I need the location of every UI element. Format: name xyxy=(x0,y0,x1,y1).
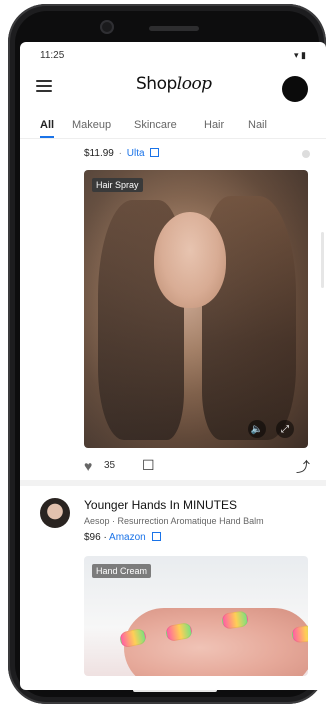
hand-image xyxy=(124,608,308,676)
tab-hair[interactable]: Hair xyxy=(204,119,224,131)
heart-icon[interactable]: ♥ xyxy=(84,458,92,474)
speaker-slot xyxy=(149,26,199,31)
phone-frame: 11:25 ▾ ▮ Shoploop All Makeup Skincare H… xyxy=(8,4,326,704)
tab-all[interactable]: All xyxy=(40,119,54,131)
store-link-2[interactable]: Amazon xyxy=(109,532,146,543)
tab-makeup[interactable]: Makeup xyxy=(72,119,111,131)
bookmark-icon[interactable]: ☐ xyxy=(142,457,155,474)
price: $11.99 xyxy=(84,148,114,159)
external-link-icon[interactable] xyxy=(151,532,161,541)
video-thumbnail-2[interactable]: Hand Cream xyxy=(84,556,308,676)
external-link-icon[interactable] xyxy=(150,148,160,157)
tab-nail[interactable]: Nail xyxy=(248,119,267,131)
status-time: 11:25 xyxy=(40,50,65,61)
share-icon[interactable]: ⤴ xyxy=(296,457,310,477)
card-title: Younger Hands In MINUTES xyxy=(84,498,237,512)
signal-icon: ▾ ▮ xyxy=(294,50,306,60)
more-indicator xyxy=(302,150,310,158)
image-tint xyxy=(84,170,308,448)
card-actions: ♥ 35 ☐ ⤴ xyxy=(84,457,310,478)
app-screen: 11:25 ▾ ▮ Shoploop All Makeup Skincare H… xyxy=(20,42,326,690)
tab-skincare[interactable]: Skincare xyxy=(134,119,177,131)
active-tab-underline xyxy=(40,136,54,138)
scrollbar[interactable] xyxy=(321,232,324,288)
home-indicator[interactable] xyxy=(133,688,217,692)
video-thumbnail[interactable]: Hair Spray 🔈 ⤢ xyxy=(84,170,308,448)
category-tag: Hair Spray xyxy=(92,178,143,192)
separator-dot-2: · xyxy=(103,532,107,543)
profile-avatar[interactable] xyxy=(282,76,308,102)
section-divider xyxy=(20,480,326,486)
category-tabs: All Makeup Skincare Hair Nail xyxy=(20,112,326,139)
logo-text-shop: Shop xyxy=(136,74,177,94)
status-bar: 11:25 ▾ ▮ xyxy=(20,42,326,64)
fullscreen-icon[interactable]: ⤢ xyxy=(276,420,294,438)
app-header: Shoploop xyxy=(20,64,326,106)
store-link[interactable]: Ulta xyxy=(127,148,145,159)
nail-4 xyxy=(291,624,308,644)
app-logo: Shoploop xyxy=(136,74,212,94)
sound-icon[interactable]: 🔈 xyxy=(248,420,266,438)
price-2: $96 xyxy=(84,532,101,543)
price-line: $11.99 · Ulta xyxy=(84,148,160,159)
separator-dot: · xyxy=(118,148,122,159)
camera-icon xyxy=(100,20,114,34)
logo-text-loop: loop xyxy=(176,74,212,94)
category-tag-2: Hand Cream xyxy=(92,564,152,578)
creator-avatar[interactable] xyxy=(40,498,70,528)
price-line-2: $96 · Amazon xyxy=(84,532,161,543)
card-subtitle: Aesop · Resurrection Aromatique Hand Bal… xyxy=(84,516,264,526)
like-count: 35 xyxy=(104,460,116,471)
hamburger-icon[interactable] xyxy=(36,80,52,92)
